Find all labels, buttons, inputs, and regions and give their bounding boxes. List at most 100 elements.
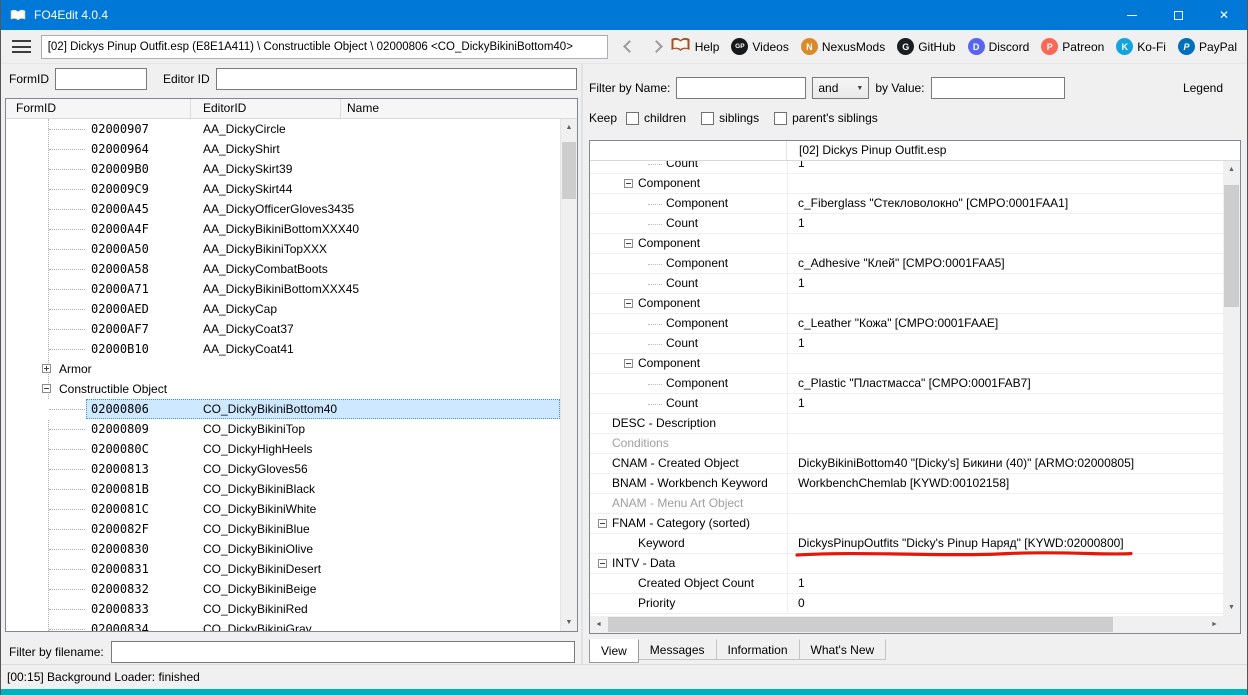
- left-scrollbar-thumb[interactable]: [562, 142, 576, 199]
- legend-link[interactable]: Legend: [1183, 81, 1223, 95]
- close-button[interactable]: [1201, 0, 1247, 30]
- expander-icon[interactable]: [624, 299, 633, 308]
- record-field-row[interactable]: FNAM - Category (sorted): [590, 514, 1223, 534]
- tab-view[interactable]: View: [589, 639, 639, 663]
- minimize-button[interactable]: [1109, 0, 1155, 30]
- discord-link[interactable]: Discord: [968, 38, 1030, 55]
- tree-group-row[interactable]: Constructible Object: [6, 379, 560, 399]
- tree-record-row[interactable]: 02000B10AA_DickyCoat41: [6, 339, 560, 359]
- tree-record-row[interactable]: 02000833CO_DickyBikiniRed: [6, 599, 560, 619]
- editorid-input[interactable]: [216, 68, 577, 90]
- expander-icon[interactable]: [598, 519, 607, 528]
- keep-siblings-option[interactable]: siblings: [701, 111, 759, 125]
- tree-record-row[interactable]: 02000832CO_DickyBikiniBeige: [6, 579, 560, 599]
- scroll-up-icon[interactable]: [561, 119, 577, 136]
- tab-information[interactable]: Information: [716, 639, 800, 660]
- record-field-row[interactable]: Componentc_Adhesive "Клей" [CMPO:0001FAA…: [590, 254, 1223, 274]
- tree-record-row[interactable]: 02000964AA_DickyShirt: [6, 139, 560, 159]
- forward-icon[interactable]: [650, 40, 663, 53]
- breadcrumb[interactable]: [02] Dickys Pinup Outfit.esp (E8E1A411) …: [41, 35, 608, 59]
- tree-record-row[interactable]: 0200081BCO_DickyBikiniBlack: [6, 479, 560, 499]
- expander-icon[interactable]: [624, 359, 633, 368]
- scroll-up-icon[interactable]: [1223, 161, 1240, 178]
- plugin-column-header[interactable]: [02] Dickys Pinup Outfit.esp: [787, 141, 1240, 160]
- tree-record-row[interactable]: 02000A58AA_DickyCombatBoots: [6, 259, 560, 279]
- expander-icon[interactable]: [598, 559, 607, 568]
- tree-record-row[interactable]: 020009C9AA_DickySkirt44: [6, 179, 560, 199]
- tree-record-row[interactable]: 02000834CO_DickyBikiniGray: [6, 619, 560, 631]
- tree-record-row[interactable]: 02000813CO_DickyGloves56: [6, 459, 560, 479]
- expander-icon[interactable]: [624, 239, 633, 248]
- github-link[interactable]: GitHub: [897, 38, 955, 55]
- record-field-row[interactable]: Componentc_Plastic "Пластмасса" [CMPO:00…: [590, 374, 1223, 394]
- record-field-row[interactable]: Created Object Count1: [590, 574, 1223, 594]
- scroll-down-icon[interactable]: [561, 614, 577, 631]
- expander-icon[interactable]: [42, 364, 51, 373]
- tree-record-row[interactable]: 0200082FCO_DickyBikiniBlue: [6, 519, 560, 539]
- help-link[interactable]: Help: [670, 37, 720, 56]
- tree-record-row[interactable]: 02000A71AA_DickyBikiniBottomXXX45: [6, 279, 560, 299]
- parents-siblings-checkbox[interactable]: [774, 112, 787, 125]
- record-field-row[interactable]: Conditions: [590, 434, 1223, 454]
- tree-record-row[interactable]: 02000A50AA_DickyBikiniTopXXX: [6, 239, 560, 259]
- tree-record-row[interactable]: 020009B0AA_DickySkirt39: [6, 159, 560, 179]
- tree-record-row[interactable]: 02000809CO_DickyBikiniTop: [6, 419, 560, 439]
- tree-group-row[interactable]: Armor: [6, 359, 560, 379]
- record-field-row[interactable]: DESC - Description: [590, 414, 1223, 434]
- record-field-row[interactable]: BNAM - Workbench KeywordWorkbenchChemlab…: [590, 474, 1223, 494]
- expander-icon[interactable]: [42, 384, 51, 393]
- panel-splitter[interactable]: [581, 64, 583, 664]
- column-header-name[interactable]: Name: [341, 99, 577, 118]
- record-field-row[interactable]: ANAM - Menu Art Object: [590, 494, 1223, 514]
- record-field-row[interactable]: Component: [590, 294, 1223, 314]
- maximize-button[interactable]: [1155, 0, 1201, 30]
- left-vertical-scrollbar[interactable]: [560, 119, 577, 631]
- scroll-right-icon[interactable]: [1206, 616, 1223, 633]
- nexusmods-link[interactable]: NexusMods: [801, 38, 885, 55]
- tree-record-row[interactable]: 02000831CO_DickyBikiniDesert: [6, 559, 560, 579]
- right-scrollbar-thumb[interactable]: [1224, 185, 1239, 307]
- formid-input[interactable]: [55, 68, 147, 90]
- record-field-row[interactable]: Count1: [590, 394, 1223, 414]
- expander-icon[interactable]: [624, 179, 633, 188]
- scroll-left-icon[interactable]: [590, 616, 607, 633]
- scroll-down-icon[interactable]: [1223, 599, 1240, 616]
- filter-name-input[interactable]: [676, 77, 806, 99]
- tree-record-row[interactable]: 02000830CO_DickyBikiniOlive: [6, 539, 560, 559]
- record-field-row[interactable]: Componentc_Fiberglass "Стекловолокно" [C…: [590, 194, 1223, 214]
- tree-record-row[interactable]: 02000806CO_DickyBikiniBottom40: [6, 399, 560, 419]
- record-field-row[interactable]: CNAM - Created ObjectDickyBikiniBottom40…: [590, 454, 1223, 474]
- back-icon[interactable]: [623, 40, 636, 53]
- record-field-row[interactable]: Count1: [590, 214, 1223, 234]
- filter-value-input[interactable]: [931, 77, 1065, 99]
- record-field-row[interactable]: KeywordDickysPinupOutfits "Dicky's Pinup…: [590, 534, 1223, 554]
- tab-messages[interactable]: Messages: [638, 639, 717, 660]
- tree-record-row[interactable]: 02000A45AA_DickyOfficerGloves3435: [6, 199, 560, 219]
- tree-record-row[interactable]: 0200080CCO_DickyHighHeels: [6, 439, 560, 459]
- kofi-link[interactable]: Ko-Fi: [1116, 38, 1166, 55]
- column-header-formid[interactable]: FormID: [6, 99, 191, 118]
- filename-filter-input[interactable]: [111, 641, 575, 663]
- horizontal-scrollbar-thumb[interactable]: [608, 617, 1113, 632]
- record-field-row[interactable]: Componentc_Leather "Кожа" [CMPO:0001FAAE…: [590, 314, 1223, 334]
- right-horizontal-scrollbar[interactable]: [590, 616, 1223, 633]
- patreon-link[interactable]: Patreon: [1041, 38, 1104, 55]
- tab-whats-new[interactable]: What's New: [799, 639, 887, 660]
- children-checkbox[interactable]: [626, 112, 639, 125]
- paypal-link[interactable]: PayPal: [1178, 38, 1237, 55]
- and-or-dropdown[interactable]: and: [812, 77, 869, 99]
- keep-children-option[interactable]: children: [626, 111, 686, 125]
- keep-parents-siblings-option[interactable]: parent's siblings: [774, 111, 878, 125]
- siblings-checkbox[interactable]: [701, 112, 714, 125]
- tree-record-row[interactable]: 02000AEDAA_DickyCap: [6, 299, 560, 319]
- record-field-row[interactable]: Count1: [590, 161, 1223, 174]
- tree-record-row[interactable]: 02000907AA_DickyCircle: [6, 119, 560, 139]
- tree-record-row[interactable]: 02000AF7AA_DickyCoat37: [6, 319, 560, 339]
- videos-link[interactable]: Videos: [731, 38, 788, 55]
- right-vertical-scrollbar[interactable]: [1223, 161, 1240, 616]
- record-field-row[interactable]: Component: [590, 354, 1223, 374]
- tree-record-row[interactable]: 0200081CCO_DickyBikiniWhite: [6, 499, 560, 519]
- column-header-editorid[interactable]: EditorID: [191, 99, 341, 118]
- record-field-row[interactable]: Component: [590, 234, 1223, 254]
- record-field-row[interactable]: Priority0: [590, 594, 1223, 614]
